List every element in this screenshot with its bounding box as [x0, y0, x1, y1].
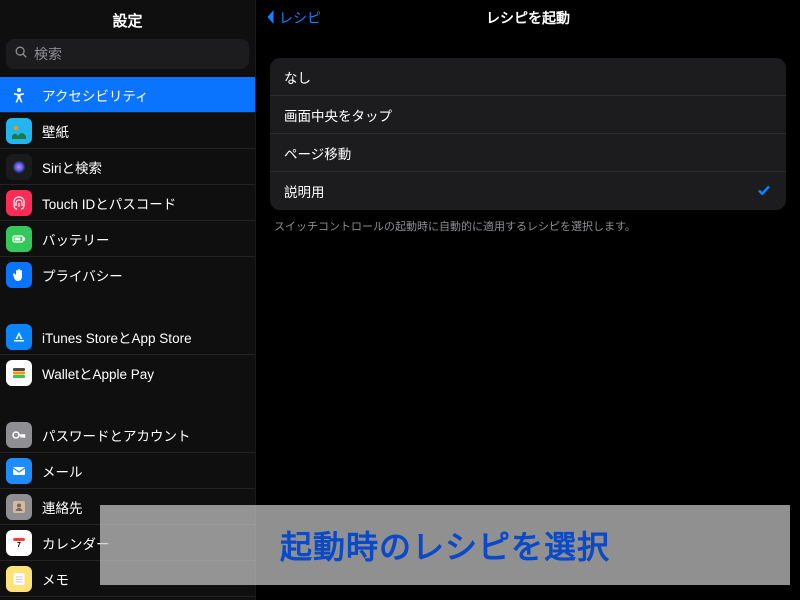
sidebar-item-accessibility[interactable]: アクセシビリティ: [0, 77, 255, 113]
footer-note: スイッチコントロールの起動時に自動的に適用するレシピを選択します。: [256, 210, 800, 234]
sidebar-item-wallpaper[interactable]: 壁紙: [0, 113, 255, 149]
option-label: なし: [284, 67, 311, 87]
sidebar-item-battery[interactable]: バッテリー: [0, 221, 255, 257]
search-field[interactable]: [6, 39, 249, 69]
appstore-icon: [6, 324, 32, 350]
sidebar-item-label: メモ: [42, 569, 69, 589]
battery-icon: [6, 226, 32, 252]
sidebar-item-label: iTunes StoreとApp Store: [42, 327, 192, 347]
page-title: レシピを起動: [486, 8, 570, 28]
sidebar-title: 設定: [0, 0, 255, 39]
fingerprint-icon: [6, 190, 32, 216]
sidebar-item-passwords[interactable]: パスワードとアカウント: [0, 417, 255, 453]
mail-icon: [6, 458, 32, 484]
accessibility-icon: [6, 82, 32, 108]
caption-overlay: 起動時のレシピを選択: [100, 505, 790, 585]
sidebar-item-wallet[interactable]: WalletとApple Pay: [0, 355, 255, 391]
option-label: ページ移動: [284, 143, 351, 163]
sidebar-item-label: 壁紙: [42, 121, 69, 141]
search-icon: [14, 45, 28, 64]
contacts-icon: [6, 494, 32, 520]
chevron-left-icon: [264, 8, 277, 29]
back-button[interactable]: レシピ: [264, 8, 321, 29]
key-icon: [6, 422, 32, 448]
recipe-options: なし画面中央をタップページ移動説明用: [270, 58, 786, 210]
notes-icon: [6, 566, 32, 592]
sidebar-item-label: プライバシー: [42, 265, 123, 285]
search-input[interactable]: [34, 46, 241, 62]
sidebar-item-siri[interactable]: Siriと検索: [0, 149, 255, 185]
recipe-option[interactable]: ページ移動: [270, 134, 786, 172]
recipe-option[interactable]: なし: [270, 58, 786, 96]
nav-bar: レシピ レシピを起動: [256, 0, 800, 36]
recipe-option[interactable]: 説明用: [270, 172, 786, 210]
sidebar-item-touchid[interactable]: Touch IDとパスコード: [0, 185, 255, 221]
sidebar-item-label: 連絡先: [42, 497, 83, 517]
checkmark-icon: [756, 182, 772, 201]
sidebar-item-label: WalletとApple Pay: [42, 363, 154, 383]
wallpaper-icon: [6, 118, 32, 144]
siri-icon: [6, 154, 32, 180]
wallet-icon: [6, 360, 32, 386]
sidebar-item-label: アクセシビリティ: [42, 85, 149, 105]
calendar-icon: 7: [6, 530, 32, 556]
sidebar-item-privacy[interactable]: プライバシー: [0, 257, 255, 293]
option-label: 画面中央をタップ: [284, 105, 392, 125]
option-label: 説明用: [284, 181, 325, 201]
sidebar-item-label: メール: [42, 461, 83, 481]
hand-icon: [6, 262, 32, 288]
sidebar-item-label: パスワードとアカウント: [42, 425, 191, 445]
sidebar-item-appstore[interactable]: iTunes StoreとApp Store: [0, 319, 255, 355]
recipe-option[interactable]: 画面中央をタップ: [270, 96, 786, 134]
sidebar-item-label: Touch IDとパスコード: [42, 193, 176, 213]
caption-text: 起動時のレシピを選択: [280, 522, 610, 568]
sidebar-item-mail[interactable]: メール: [0, 453, 255, 489]
sidebar-item-label: バッテリー: [42, 229, 110, 249]
back-label: レシピ: [279, 8, 321, 28]
svg-text:7: 7: [17, 542, 21, 549]
sidebar-item-label: Siriと検索: [42, 157, 102, 177]
